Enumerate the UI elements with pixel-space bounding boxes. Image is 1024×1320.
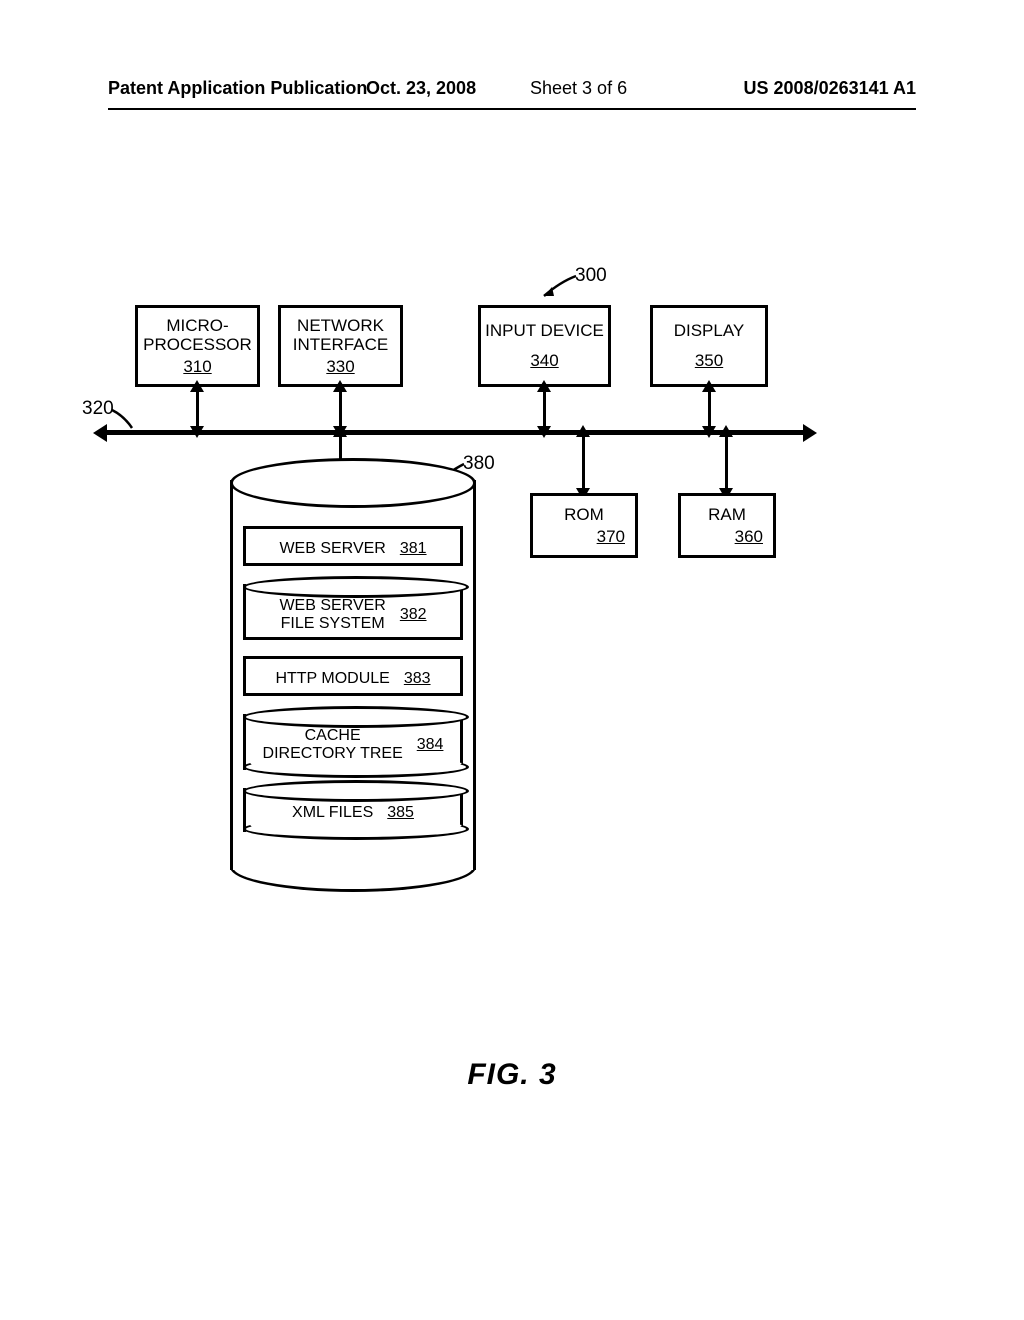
box-display: DISPLAY 350 bbox=[650, 305, 768, 387]
box-ram: RAM 360 bbox=[678, 493, 776, 558]
box-rom: ROM 370 bbox=[530, 493, 638, 558]
slab-http-module-ref: 383 bbox=[404, 670, 431, 688]
box-netif-ref: 330 bbox=[326, 357, 354, 377]
box-microprocessor-line2: PROCESSOR bbox=[143, 335, 252, 355]
conn-bus-rom bbox=[582, 435, 585, 490]
header-date: Oct. 23, 2008 bbox=[366, 78, 476, 99]
conn-display-bus bbox=[708, 390, 711, 428]
slab-cache-dir-tree: CACHE DIRECTORY TREE 384 bbox=[243, 714, 463, 770]
slab-ws-filesystem: WEB SERVER FILE SYSTEM 382 bbox=[243, 584, 463, 640]
conn-bus-ram bbox=[725, 435, 728, 490]
slab-xml-files-label: XML FILES bbox=[292, 804, 373, 822]
storage-cylinder: WEB SERVER 381 WEB SERVER FILE SYSTEM 38… bbox=[230, 480, 476, 870]
header-pub-number: US 2008/0263141 A1 bbox=[744, 78, 916, 99]
cylinder-top bbox=[230, 458, 476, 508]
header-sheet: Sheet 3 of 6 bbox=[530, 78, 627, 99]
box-netif-line1: NETWORK bbox=[297, 316, 384, 336]
slab-ws-filesystem-label: WEB SERVER FILE SYSTEM bbox=[279, 597, 385, 632]
box-display-ref: 350 bbox=[695, 351, 723, 371]
box-microprocessor: MICRO- PROCESSOR 310 bbox=[135, 305, 260, 387]
ref-320-leader bbox=[110, 406, 140, 432]
box-rom-line1: ROM bbox=[564, 505, 604, 525]
box-input-ref: 340 bbox=[530, 351, 558, 371]
page-header: Patent Application Publication Oct. 23, … bbox=[108, 78, 916, 110]
slab-cache-dir-tree-label: CACHE DIRECTORY TREE bbox=[263, 727, 403, 762]
box-microprocessor-ref: 310 bbox=[183, 357, 211, 377]
figure-caption: FIG. 3 bbox=[0, 1058, 1024, 1092]
slab-web-server: WEB SERVER 381 bbox=[243, 526, 463, 566]
slab-ws-filesystem-ref: 382 bbox=[400, 606, 427, 624]
box-ram-ref: 360 bbox=[735, 527, 763, 547]
slab-xml-files-ref: 385 bbox=[387, 804, 414, 822]
conn-netif-bus bbox=[339, 390, 342, 428]
box-display-line1: DISPLAY bbox=[674, 321, 745, 341]
page: Patent Application Publication Oct. 23, … bbox=[0, 0, 1024, 1320]
ref-320-label: 320 bbox=[82, 398, 114, 420]
conn-input-bus bbox=[543, 390, 546, 428]
slab-xml-files: XML FILES 385 bbox=[243, 788, 463, 832]
slab-http-module-label: HTTP MODULE bbox=[275, 670, 389, 688]
box-input-line1: INPUT DEVICE bbox=[485, 321, 604, 341]
box-rom-ref: 370 bbox=[597, 527, 625, 547]
figure-diagram: 300 MICRO- PROCESSOR 310 NETWORK INTERFA… bbox=[80, 250, 900, 970]
box-netif-line2: INTERFACE bbox=[293, 335, 388, 355]
slab-http-module: HTTP MODULE 383 bbox=[243, 656, 463, 696]
conn-micro-bus bbox=[196, 390, 199, 428]
slab-web-server-ref: 381 bbox=[400, 540, 427, 558]
box-ram-line1: RAM bbox=[708, 505, 746, 525]
box-network-interface: NETWORK INTERFACE 330 bbox=[278, 305, 403, 387]
slab-web-server-label: WEB SERVER bbox=[279, 540, 385, 558]
bus-line bbox=[105, 430, 805, 435]
box-microprocessor-line1: MICRO- bbox=[166, 316, 228, 336]
header-publication-type: Patent Application Publication bbox=[108, 78, 367, 99]
box-input-device: INPUT DEVICE 340 bbox=[478, 305, 611, 387]
slab-cache-dir-tree-ref: 384 bbox=[417, 736, 444, 754]
ref-300-leader bbox=[530, 272, 580, 304]
